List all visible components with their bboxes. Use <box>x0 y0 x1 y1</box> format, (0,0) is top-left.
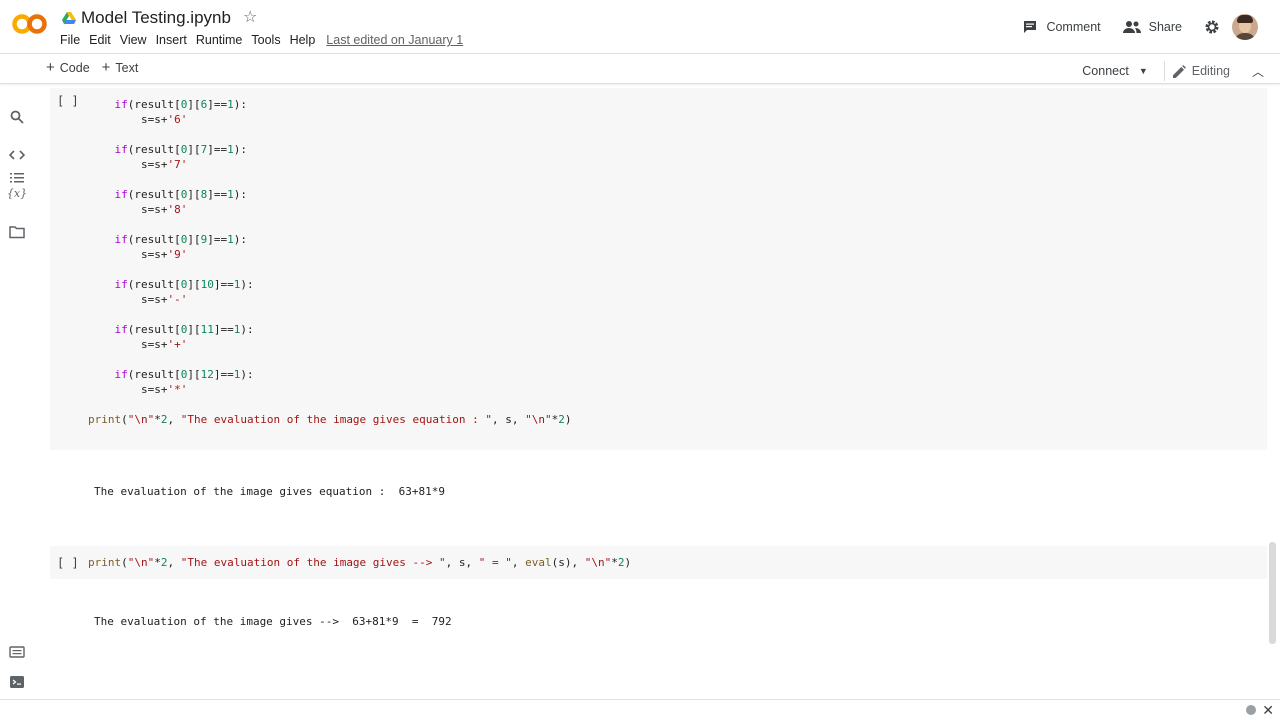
terminal-icon[interactable] <box>9 674 25 690</box>
editing-mode-button[interactable]: Editing <box>1172 64 1230 78</box>
command-palette-icon[interactable] <box>9 644 25 660</box>
avatar-hair <box>1237 15 1253 23</box>
search-icon[interactable] <box>9 109 25 125</box>
connect-button[interactable]: Connect ▼ <box>1082 64 1147 78</box>
share-button[interactable]: Share <box>1122 20 1182 34</box>
cell-run-button[interactable]: [ ] <box>57 94 79 108</box>
code-line: s=s+'+' <box>88 338 188 351</box>
colab-logo-icon[interactable] <box>12 12 48 36</box>
status-bar: ✕ <box>0 699 1280 720</box>
menu-insert[interactable]: Insert <box>156 33 187 47</box>
notebook-content: [ ] if(result[0][6]==1): s=s+'6' if(resu… <box>34 84 1280 699</box>
editing-label: Editing <box>1191 64 1230 78</box>
connect-label: Connect <box>1082 64 1129 78</box>
cell-code-editor[interactable]: if(result[0][6]==1): s=s+'6' if(result[0… <box>88 97 572 427</box>
people-icon <box>1122 21 1141 33</box>
last-edited-link[interactable]: Last edited on January 1 <box>326 33 463 47</box>
pencil-icon <box>1172 64 1186 78</box>
code-snippets-icon[interactable] <box>9 147 25 163</box>
code-line: if(result[0][10]==1): <box>114 278 254 291</box>
code-line: print("\n"*2, "The evaluation of the ima… <box>88 413 572 426</box>
plus-icon: + <box>101 59 111 76</box>
code-line: s=s+'8' <box>88 203 188 216</box>
notebook-title[interactable]: Model Testing.ipynb <box>81 8 231 28</box>
close-icon[interactable]: ✕ <box>1262 702 1274 719</box>
header-actions: Comment Share <box>1022 12 1280 42</box>
code-line: if(result[0][12]==1): <box>114 368 254 381</box>
code-cell[interactable]: [ ] print("\n"*2, "The evaluation of the… <box>50 546 1267 579</box>
menu-bar: File Edit View Insert Runtime Tools Help… <box>60 33 463 47</box>
left-sidebar: {x} <box>0 84 34 699</box>
caret-down-icon[interactable]: ▼ <box>1139 66 1148 76</box>
menu-view[interactable]: View <box>120 33 147 47</box>
add-code-label: Code <box>59 61 90 75</box>
runtime-status-icon[interactable] <box>1246 705 1256 715</box>
code-line: if(result[0][11]==1): <box>114 323 254 336</box>
drive-icon <box>62 12 76 24</box>
code-line: if(result[0][7]==1): <box>114 143 247 156</box>
menu-help[interactable]: Help <box>290 33 316 47</box>
variables-icon[interactable]: {x} <box>7 185 27 201</box>
comment-label: Comment <box>1046 20 1101 34</box>
code-line: s=s+'*' <box>88 383 188 396</box>
toolbar-divider <box>1163 61 1165 81</box>
cell-output: The evaluation of the image gives --> 63… <box>94 615 452 628</box>
menu-tools[interactable]: Tools <box>251 33 280 47</box>
share-label: Share <box>1148 20 1182 34</box>
cell-output: The evaluation of the image gives equati… <box>94 485 445 498</box>
add-text-label: Text <box>115 61 139 75</box>
gear-icon[interactable] <box>1204 19 1220 35</box>
code-line: s=s+'-' <box>88 293 188 306</box>
code-line: s=s+'9' <box>88 248 188 261</box>
notebook-toolbar: + Code + Text Connect ▼ Editing ︿ <box>0 53 1280 84</box>
code-line: s=s+'6' <box>88 113 188 126</box>
app-header: Model Testing.ipynb ☆ File Edit View Ins… <box>0 0 1280 53</box>
code-line: s=s+'7' <box>88 158 188 171</box>
comment-button[interactable]: Comment <box>1022 19 1101 35</box>
code-line: if(result[0][6]==1): <box>114 98 247 111</box>
chevron-up-icon[interactable]: ︿ <box>1252 63 1264 80</box>
plus-icon: + <box>46 59 55 76</box>
title-row: Model Testing.ipynb ☆ <box>62 8 257 28</box>
avatar-shirt <box>1234 33 1256 40</box>
menu-runtime[interactable]: Runtime <box>196 33 243 47</box>
cell-run-button[interactable]: [ ] <box>57 556 79 570</box>
add-code-cell-button[interactable]: + Code <box>46 59 90 76</box>
notebook-scrollbar[interactable] <box>1269 542 1276 644</box>
code-line: if(result[0][9]==1): <box>114 233 247 246</box>
code-line: print("\n"*2, "The evaluation of the ima… <box>88 556 632 569</box>
code-line: if(result[0][8]==1): <box>114 188 247 201</box>
cell-code-editor[interactable]: print("\n"*2, "The evaluation of the ima… <box>88 555 631 570</box>
code-cell[interactable]: [ ] if(result[0][6]==1): s=s+'6' if(resu… <box>50 88 1267 450</box>
files-icon[interactable] <box>9 224 25 240</box>
avatar[interactable] <box>1232 14 1258 40</box>
comment-icon <box>1024 21 1037 33</box>
menu-edit[interactable]: Edit <box>89 33 111 47</box>
insert-cell-actions: + Code + Text <box>46 59 150 76</box>
runtime-actions: Connect ▼ Editing ︿ <box>1082 61 1264 81</box>
menu-file[interactable]: File <box>60 33 80 47</box>
table-of-contents-icon[interactable] <box>9 170 25 186</box>
star-icon[interactable]: ☆ <box>243 10 257 26</box>
add-text-cell-button[interactable]: + Text <box>101 59 139 76</box>
